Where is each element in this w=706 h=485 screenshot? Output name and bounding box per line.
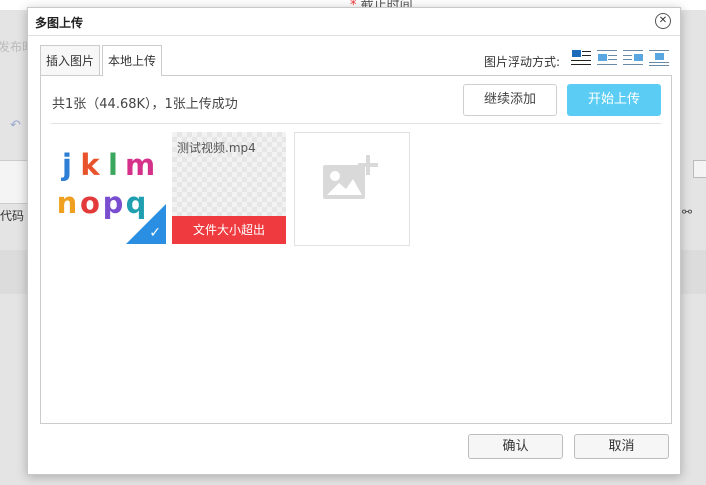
- letter-j: j: [62, 148, 73, 182]
- title-divider: [28, 35, 680, 36]
- float-none-icon[interactable]: [571, 49, 591, 67]
- float-left-icon[interactable]: [597, 49, 617, 67]
- tab-insert-image[interactable]: 插入图片: [40, 45, 101, 75]
- float-center-icon[interactable]: [649, 49, 669, 67]
- letter-o: o: [80, 186, 101, 220]
- float-right-icon[interactable]: [623, 49, 643, 67]
- background-image-icon: [693, 160, 706, 178]
- uploaded-image-thumbnail[interactable]: j k l mnopq ✓: [52, 132, 166, 244]
- start-upload-button[interactable]: 开始上传: [567, 84, 661, 116]
- letter-l: l: [108, 148, 119, 182]
- letter-p: p: [102, 186, 125, 220]
- letter-k: k: [80, 148, 101, 182]
- binoculars-icon: ⚯: [682, 205, 693, 219]
- failed-file-thumbnail[interactable]: 测试视频.mp4 文件大小超出: [172, 132, 286, 244]
- panel-divider: [51, 123, 661, 124]
- checkmark-icon: ✓: [149, 225, 161, 241]
- upload-panel: 共1张（44.68K），1张上传成功 继续添加 开始上传 j k l mnopq ✓ …: [40, 75, 672, 424]
- add-image-placeholder[interactable]: [294, 132, 410, 246]
- dialog-title: 多图上传: [35, 16, 84, 30]
- tab-bar: 插入图片 本地上传: [40, 45, 164, 76]
- close-icon[interactable]: ✕: [655, 13, 671, 29]
- undo-arrow-icon: ↶: [10, 118, 21, 133]
- background-band-right: [680, 250, 706, 294]
- upload-status-text: 共1张（44.68K），1张上传成功: [52, 97, 238, 112]
- file-size-error-bar: 文件大小超出: [172, 216, 286, 244]
- file-name-label: 测试视频.mp4: [177, 141, 256, 155]
- background-toolbar-fragment: [0, 160, 29, 204]
- multi-image-upload-dialog: 多图上传 ✕ 插入图片 本地上传 图片浮动方式: 共1张（44.68K），1张上…: [27, 7, 681, 475]
- tab-local-upload[interactable]: 本地上传: [102, 45, 163, 76]
- background-code-label: 代码: [0, 209, 25, 223]
- letter-m: m: [125, 148, 157, 182]
- float-mode-label: 图片浮动方式:: [484, 55, 561, 69]
- background-band-left: [0, 250, 28, 294]
- float-mode-options: [571, 49, 675, 67]
- cancel-button[interactable]: 取消: [574, 434, 669, 459]
- continue-add-button[interactable]: 继续添加: [463, 84, 557, 116]
- add-image-icon: [323, 155, 378, 199]
- confirm-button[interactable]: 确认: [468, 434, 563, 459]
- letter-n: n: [56, 186, 79, 220]
